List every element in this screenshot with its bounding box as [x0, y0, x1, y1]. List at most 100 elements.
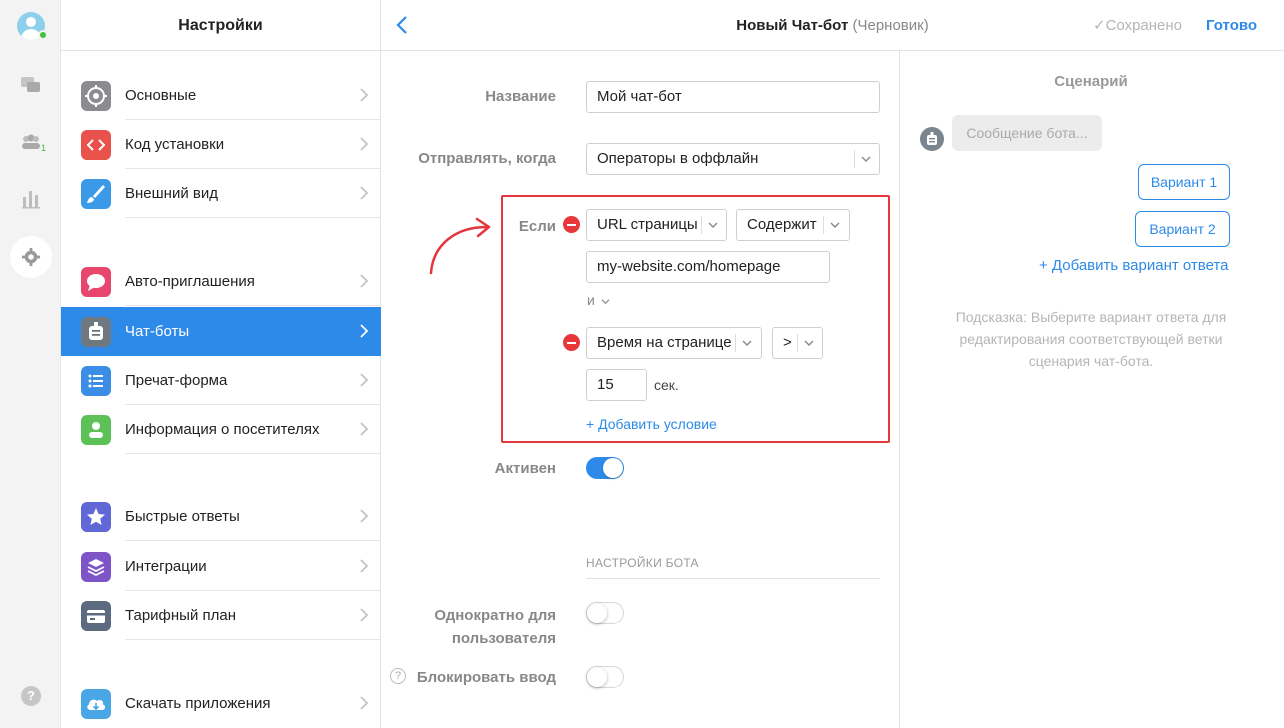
chevron-down-icon [804, 340, 814, 346]
condition-2-field-select[interactable]: Время на странице [586, 327, 762, 359]
condition-1-value-input[interactable]: my-website.com/homepage [586, 251, 830, 283]
block-input-toggle[interactable] [586, 666, 624, 688]
once-label-line1: Однократно для [434, 607, 556, 624]
credit-card-icon [81, 601, 111, 631]
chevron-right-icon [360, 559, 369, 573]
remove-condition-1-button[interactable] [563, 216, 580, 233]
help-icon[interactable]: ? [21, 686, 41, 706]
menu-label: Пречат-форма [125, 372, 228, 389]
chevron-down-icon [708, 222, 718, 228]
hint-line3: сценария чат-бота. [1028, 353, 1154, 369]
settings-item-billing[interactable]: Тарифный план [61, 591, 381, 640]
menu-label: Интеграции [125, 558, 207, 575]
done-button[interactable]: Готово [1206, 0, 1257, 51]
chevron-down-icon [742, 340, 752, 346]
section-divider [586, 578, 880, 579]
menu-label: Код установки [125, 136, 225, 153]
general-icon [81, 81, 111, 111]
scenario-panel: Сценарий Сообщение бота... Вариант 1 Вар… [901, 51, 1284, 728]
block-input-label: Блокировать ввод [416, 669, 556, 686]
condition-1-operator-select[interactable]: Содержит [736, 209, 850, 241]
editor-header: Новый Чат-бот (Черновик) ✓Сохранено Гото… [381, 0, 1284, 51]
settings-item-prechat-form[interactable]: Пречат-форма [61, 356, 381, 405]
send-when-select[interactable]: Операторы в оффлайн [586, 143, 880, 175]
menu-label: Быстрые ответы [125, 508, 240, 525]
person-icon [81, 415, 111, 445]
layers-icon [81, 552, 111, 582]
hint-line1: Подсказка: Выберите вариант ответа для [955, 309, 1227, 325]
name-input[interactable]: Мой чат-бот [586, 81, 880, 113]
chevron-right-icon [360, 137, 369, 151]
and-label: и [587, 292, 595, 308]
condition-2-value-input[interactable]: 15 [586, 369, 647, 401]
cloud-download-icon [81, 689, 111, 719]
menu-label: Информация о посетителях [125, 421, 320, 438]
seconds-unit-label: сек. [654, 377, 679, 393]
bot-title: Новый Чат-бот [736, 17, 849, 34]
chevron-right-icon [360, 324, 369, 338]
menu-label: Авто-приглашения [125, 273, 255, 290]
menu-label: Внешний вид [125, 185, 218, 202]
settings-item-auto-invites[interactable]: Авто-приглашения [61, 257, 381, 306]
visitors-icon[interactable] [20, 132, 42, 154]
star-icon [81, 502, 111, 532]
condition-1-field-select[interactable]: URL страницы [586, 209, 727, 241]
chevron-right-icon [360, 422, 369, 436]
reports-icon[interactable] [20, 188, 42, 210]
chevron-right-icon [360, 88, 369, 102]
chevron-down-icon [601, 299, 610, 305]
active-label: Активен [494, 460, 556, 477]
chevron-right-icon [360, 696, 369, 710]
annotation-arrow-icon [429, 217, 491, 275]
chevron-right-icon [360, 509, 369, 523]
add-variant-link[interactable]: + Добавить вариант ответа [1039, 257, 1229, 274]
active-toggle[interactable] [586, 457, 624, 479]
brush-icon [81, 179, 111, 209]
scenario-title: Сценарий [1054, 73, 1128, 90]
settings-item-download-apps[interactable]: Скачать приложения [61, 679, 381, 728]
bot-form: Название Мой чат-бот Отправлять, когда О… [381, 51, 900, 728]
visitors-count-badge: 1 [41, 143, 47, 153]
list-icon [81, 366, 111, 396]
menu-label: Скачать приложения [125, 695, 271, 712]
variant-1-button[interactable]: Вариант 1 [1138, 164, 1230, 200]
scenario-hint: Подсказка: Выберите вариант ответа для р… [941, 306, 1241, 372]
once-label-line2: пользователя [451, 630, 556, 647]
name-label: Название [485, 88, 556, 105]
condition-1-operator-value: Содержит [747, 216, 817, 233]
once-per-user-label: Однократно для пользователя [381, 604, 556, 650]
chevron-right-icon [360, 608, 369, 622]
settings-item-install-code[interactable]: Код установки [61, 120, 381, 169]
bot-message-bubble[interactable]: Сообщение бота... [952, 115, 1102, 151]
chats-icon[interactable] [20, 74, 42, 96]
icon-rail: 1 ? [0, 0, 61, 728]
chevron-down-icon [861, 156, 871, 162]
settings-item-appearance[interactable]: Внешний вид [61, 169, 381, 218]
condition-2-field-value: Время на странице [597, 334, 732, 351]
settings-item-general[interactable]: Основные [61, 71, 381, 120]
chevron-down-icon [830, 222, 840, 228]
bot-avatar-icon [920, 127, 944, 151]
hint-line2: редактирования соответствующей ветки [959, 331, 1223, 347]
settings-item-quick-replies[interactable]: Быстрые ответы [61, 492, 381, 541]
chevron-right-icon [360, 373, 369, 387]
and-dropdown[interactable]: и [587, 292, 610, 308]
settings-panel: Настройки Основные Код установки Внешний… [61, 0, 381, 728]
settings-item-integrations[interactable]: Интеграции [61, 542, 381, 591]
settings-item-visitor-info[interactable]: Информация о посетителях [61, 405, 381, 454]
menu-label: Тарифный план [125, 607, 237, 624]
add-condition-link[interactable]: + Добавить условие [586, 416, 717, 432]
settings-item-chatbots[interactable]: Чат-боты [61, 307, 381, 356]
condition-2-operator-select[interactable]: > [772, 327, 823, 359]
saved-status: ✓Сохранено [1093, 17, 1183, 34]
gear-icon [21, 247, 41, 267]
send-when-label: Отправлять, когда [418, 150, 556, 167]
condition-2-operator-value: > [783, 334, 792, 351]
remove-condition-2-button[interactable] [563, 334, 580, 351]
once-per-user-toggle[interactable] [586, 602, 624, 624]
bot-settings-section-title: НАСТРОЙКИ БОТА [586, 556, 699, 570]
menu-label: Основные [125, 87, 197, 104]
variant-2-button[interactable]: Вариант 2 [1135, 211, 1230, 247]
settings-nav[interactable] [10, 236, 52, 278]
draft-badge: (Черновик) [852, 17, 929, 34]
